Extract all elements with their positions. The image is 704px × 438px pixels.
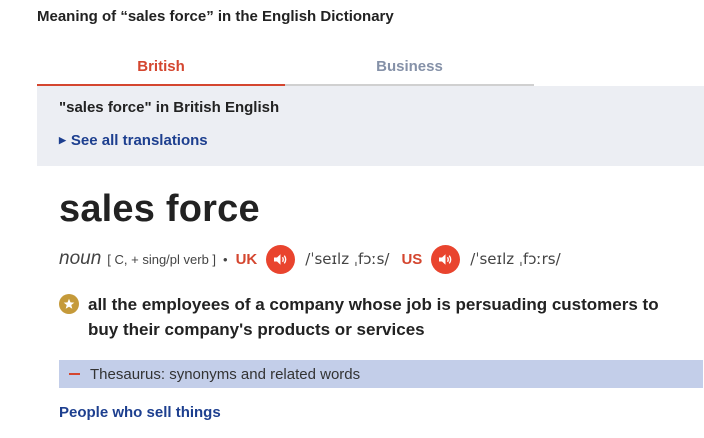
thesaurus-label: Thesaurus: synonyms and related words [90,365,361,383]
pronunciation-line: noun [ C, + sing/pl verb ] • UK /ˈseɪlz … [59,244,699,274]
definition-text: all the employees of a company whose job… [88,295,659,339]
triangle-right-icon: ▶ [59,135,66,145]
see-all-translations-link[interactable]: ▶ See all translations [59,132,208,149]
entry-panel-title: "sales force" in British English [59,99,280,116]
us-label: US [401,250,423,268]
headword: sales force [59,188,260,230]
part-of-speech: noun [59,248,102,269]
us-ipa: /ˈseɪlz ˌfɔːrs/ [470,250,561,268]
dictionary-tabs: British Business [37,54,534,87]
minus-icon [69,373,80,375]
see-all-translations-label: See all translations [70,132,208,149]
tab-business[interactable]: Business [285,54,534,87]
us-audio-button[interactable] [431,244,461,274]
uk-audio-button[interactable] [266,244,296,274]
grammar-code: [ C, + sing/pl verb ] [107,251,217,267]
speaker-icon [439,253,452,265]
related-words-link[interactable]: People who sell things [59,404,221,421]
thesaurus-toggle[interactable]: Thesaurus: synonyms and related words [59,360,703,388]
entry-panel: "sales force" in British English ▶ See al… [37,86,704,438]
uk-label: UK [235,250,258,268]
separator-dot: • [223,251,228,267]
tab-british[interactable]: British [37,54,285,87]
star-icon [59,294,79,314]
speaker-icon [274,253,287,265]
uk-ipa: /ˈseɪlz ˌfɔːs/ [305,250,390,268]
entry-card: sales force noun [ C, + sing/pl verb ] •… [37,166,704,438]
page-heading: Meaning of “sales force” in the English … [37,8,394,25]
